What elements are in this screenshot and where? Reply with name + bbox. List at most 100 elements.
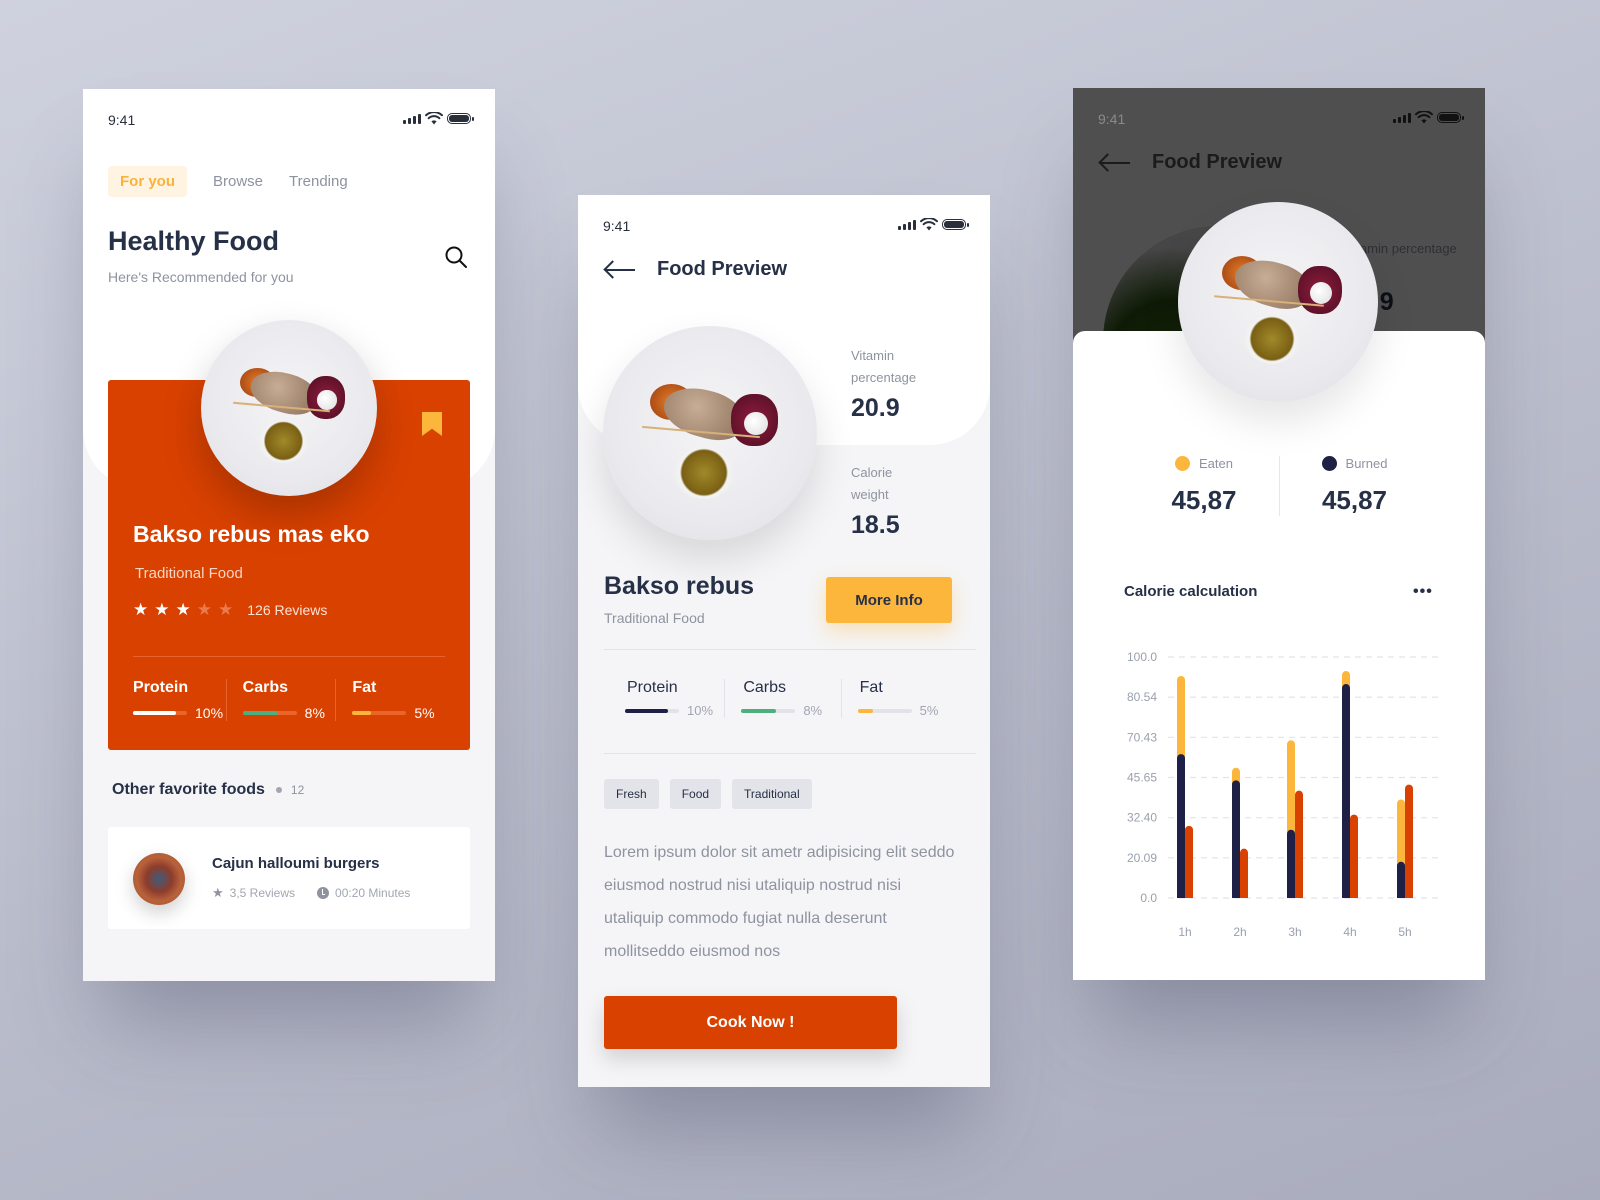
bar-burned-base	[1397, 894, 1405, 898]
y-tick-label: 70.43	[1127, 730, 1157, 744]
macro-percent: 8%	[304, 705, 325, 721]
search-icon[interactable]	[444, 245, 468, 269]
favorites-count: 12	[290, 783, 305, 797]
stat-value: 20.9	[851, 394, 900, 422]
dot-separator	[275, 787, 282, 793]
food-image	[603, 326, 817, 540]
rating: ★ ★ ★ ★ ★ 126 Reviews	[133, 601, 327, 618]
food-category: Traditional Food	[604, 610, 705, 626]
status-bar: 9:41	[83, 89, 495, 149]
macro-percent: 5%	[414, 705, 435, 721]
stat-label: Vitamin percentage	[851, 348, 917, 385]
bar-other-base	[1405, 894, 1413, 898]
favorites-title: Other favorite foods	[112, 781, 265, 798]
y-tick-label: 0.0	[1140, 891, 1157, 905]
macro-label: Carbs	[743, 679, 787, 696]
page-title: Food Preview	[657, 258, 788, 280]
bar-other	[1350, 814, 1358, 898]
bar-other-base	[1240, 894, 1248, 898]
macro-protein: Protein 10%	[133, 679, 226, 721]
macros: Protein 10% Carbs 8% Fat 5%	[625, 679, 957, 718]
review-count: 126 Reviews	[247, 601, 328, 618]
clock-icon	[317, 887, 330, 899]
bar-burned	[1342, 684, 1350, 898]
bar-burned-base	[1287, 894, 1295, 898]
x-tick-label: 1h	[1178, 925, 1191, 939]
star-icon: ★	[154, 600, 170, 619]
divider	[604, 649, 976, 650]
wifi-icon	[920, 218, 938, 231]
bar-other-base	[1295, 894, 1303, 898]
macro-percent: 10%	[687, 703, 714, 718]
macro-carbs: Carbs 8%	[724, 679, 840, 718]
tag-fresh[interactable]: Fresh	[604, 779, 659, 809]
macro-bar	[133, 711, 187, 715]
macro-carbs: Carbs 8%	[225, 679, 336, 721]
page-title: Healthy Food	[108, 226, 280, 256]
macro-bar	[242, 711, 297, 715]
macro-percent: 8%	[803, 703, 823, 718]
more-info-button[interactable]: More Info	[826, 577, 952, 623]
status-time: 9:41	[603, 218, 631, 234]
favorites-heading: Other favorite foods 12	[112, 781, 304, 799]
food-name: Cajun halloumi burgers	[212, 855, 380, 872]
star-icon: ★	[218, 600, 234, 619]
bar-other-base	[1350, 894, 1358, 898]
star-icon: ★	[196, 600, 212, 619]
tag-food[interactable]: Food	[669, 779, 722, 809]
x-tick-label: 5h	[1398, 925, 1411, 939]
macro-bar	[352, 711, 407, 715]
bar-burned-base	[1342, 894, 1350, 898]
screen-calorie-sheet: Vitamin percentage 20.9 9:41 Food Previe…	[1073, 88, 1485, 980]
x-tick-label: 2h	[1233, 925, 1246, 939]
signal-icon	[898, 219, 916, 230]
macros: Protein 10% Carbs 8% Fat 5%	[133, 679, 445, 721]
star-icon: ★	[133, 600, 149, 619]
page-subtitle: Here's Recommended for you	[108, 269, 294, 285]
tab-browse[interactable]: Browse	[201, 166, 275, 197]
x-tick-label: 4h	[1343, 925, 1356, 939]
food-thumbnail	[133, 853, 185, 905]
food-image	[1178, 202, 1378, 402]
cook-now-button[interactable]: Cook Now !	[604, 996, 897, 1049]
macro-percent: 10%	[195, 705, 224, 721]
tag-traditional[interactable]: Traditional	[732, 779, 812, 809]
bar-other-base	[1185, 894, 1193, 898]
featured-food-name: Bakso rebus mas eko	[133, 521, 370, 547]
tab-trending[interactable]: Trending	[277, 166, 360, 197]
macro-protein: Protein 10%	[625, 679, 724, 718]
bar-other	[1185, 825, 1193, 898]
bar-burned	[1232, 780, 1240, 898]
back-arrow-icon[interactable]	[603, 260, 637, 280]
macro-bar	[625, 708, 679, 713]
stat-calorie: Calorie weight 18.5	[851, 462, 931, 540]
macro-bar	[741, 708, 796, 713]
macro-label: Protein	[133, 679, 189, 696]
bar-burned-base	[1232, 894, 1240, 898]
food-name: Bakso rebus	[604, 572, 755, 600]
y-tick-label: 100.0	[1127, 650, 1157, 664]
bar-burned-base	[1177, 894, 1185, 898]
status-time: 9:41	[108, 112, 136, 128]
y-tick-label: 45.65	[1127, 771, 1157, 785]
star-icon: ★	[175, 600, 191, 619]
tab-for-you[interactable]: For you	[108, 166, 187, 197]
macro-percent: 5%	[919, 703, 939, 718]
macro-fat: Fat 5%	[840, 679, 957, 718]
y-tick-label: 32.40	[1127, 811, 1157, 825]
featured-food-image	[201, 320, 377, 496]
stat-value: 18.5	[851, 511, 900, 539]
y-tick-label: 80.54	[1127, 690, 1157, 704]
bar-other	[1240, 848, 1248, 898]
list-item[interactable]: Cajun halloumi burgers ★ 3,5 Reviews 00:…	[108, 827, 470, 929]
bar-other	[1295, 790, 1303, 898]
screen-home: 9:41 For you Browse Trending Healthy Foo…	[83, 89, 495, 981]
food-duration: 00:20 Minutes	[335, 886, 411, 900]
y-tick-label: 20.09	[1127, 851, 1157, 865]
food-meta: ★ 3,5 Reviews 00:20 Minutes	[212, 885, 410, 901]
bar-burned	[1177, 754, 1185, 898]
macro-bar	[857, 708, 912, 713]
battery-icon	[447, 113, 474, 124]
star-icon: ★	[212, 885, 224, 900]
macro-label: Carbs	[242, 679, 289, 696]
